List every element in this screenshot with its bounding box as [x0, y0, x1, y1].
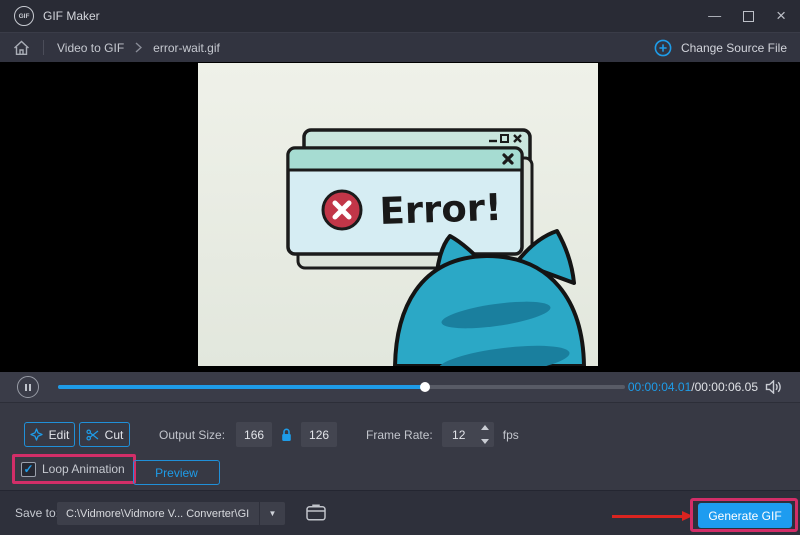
output-width-input[interactable]	[236, 422, 272, 447]
save-path-input[interactable]	[57, 502, 259, 525]
dropdown-arrow-icon: ▼	[269, 509, 277, 518]
breadcrumb-divider	[43, 40, 44, 55]
slider-thumb[interactable]	[420, 382, 430, 392]
title-bar: GIF GIF Maker — ×	[0, 0, 800, 32]
magic-wand-icon	[30, 428, 43, 441]
close-icon[interactable]: ×	[776, 9, 786, 23]
maximize-icon[interactable]	[743, 11, 754, 22]
breadcrumb-section[interactable]: Video to GIF	[57, 41, 124, 55]
lock-icon[interactable]	[281, 428, 292, 442]
scissors-icon	[86, 429, 99, 441]
save-to-label: Save to:	[15, 491, 59, 535]
change-source-file-label: Change Source File	[681, 41, 787, 55]
output-size-label: Output Size:	[159, 428, 225, 442]
window-title: GIF Maker	[43, 9, 100, 23]
plus-circle-icon	[654, 39, 672, 57]
save-path-dropdown-button[interactable]: ▼	[259, 502, 285, 525]
fps-unit-label: fps	[503, 428, 519, 442]
preview-stage: Error!	[0, 62, 800, 372]
annotation-arrow	[612, 515, 682, 518]
generate-gif-button[interactable]: Generate GIF	[698, 503, 792, 528]
player-progress-fill	[58, 385, 425, 389]
home-icon[interactable]	[13, 40, 30, 56]
output-height-input[interactable]	[301, 422, 337, 447]
change-source-file-button[interactable]: Change Source File	[654, 39, 787, 57]
loop-animation-checkbox[interactable]: ✓	[21, 462, 36, 477]
frame-rate-input[interactable]	[442, 428, 476, 442]
breadcrumb: Video to GIF error-wait.gif Change Sourc…	[0, 32, 800, 62]
breadcrumb-filename: error-wait.gif	[153, 41, 220, 55]
loop-animation-highlight-box: ✓ Loop Animation	[12, 454, 136, 484]
stepper-up-icon[interactable]	[481, 425, 489, 430]
browse-folder-button[interactable]	[306, 504, 326, 521]
cut-button-label: Cut	[105, 428, 124, 442]
footer-bar: Save to: ▼	[0, 490, 800, 535]
edit-button[interactable]: Edit	[24, 422, 75, 447]
minimize-icon[interactable]: —	[708, 11, 721, 21]
chevron-right-icon	[135, 42, 142, 53]
app-logo-icon: GIF	[14, 6, 34, 26]
total-time: 00:00:06.05	[695, 380, 758, 394]
playback-slider[interactable]	[58, 385, 625, 389]
player-bar: 00:00:04.01/00:00:06.05	[0, 372, 800, 402]
cut-button[interactable]: Cut	[79, 422, 130, 447]
edit-button-label: Edit	[49, 428, 70, 442]
loop-animation-label: Loop Animation	[42, 462, 125, 476]
preview-button[interactable]: Preview	[133, 460, 220, 485]
current-time: 00:00:04.01	[628, 380, 691, 394]
gif-preview-image: Error!	[198, 63, 598, 366]
settings-panel: Edit Cut Output Size: Frame Rate:	[0, 402, 800, 490]
pause-button[interactable]	[17, 376, 39, 398]
volume-icon[interactable]	[765, 380, 782, 394]
stepper-down-icon[interactable]	[481, 439, 489, 444]
time-display: 00:00:04.01/00:00:06.05	[628, 372, 758, 402]
cartoon-error-text: Error!	[379, 186, 503, 233]
frame-rate-stepper[interactable]	[479, 425, 491, 444]
frame-rate-field	[442, 422, 494, 447]
frame-rate-label: Frame Rate:	[366, 428, 433, 442]
save-path-field: ▼	[57, 502, 285, 525]
